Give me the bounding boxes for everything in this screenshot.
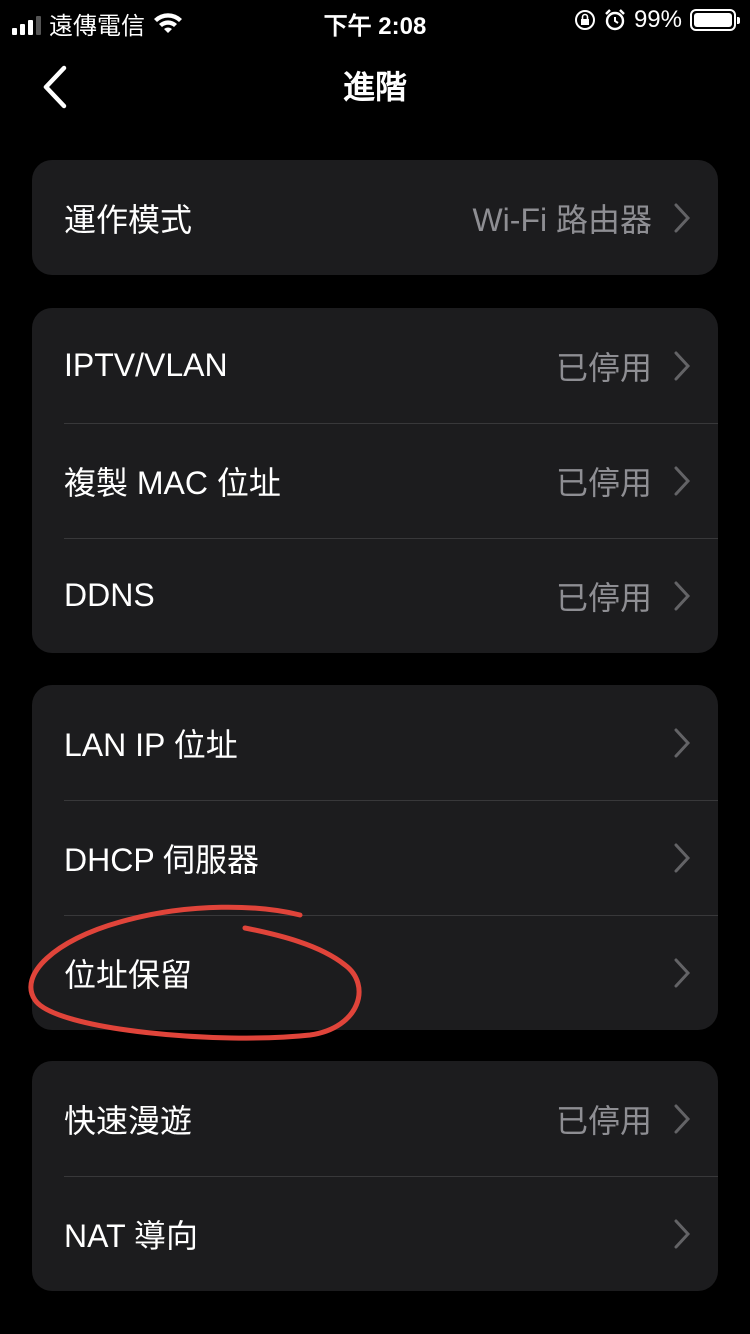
row-address-reservation[interactable]: 位址保留	[32, 915, 718, 1030]
chevron-right-icon	[674, 843, 691, 873]
chevron-right-icon	[674, 958, 691, 988]
row-label: DDNS	[64, 577, 155, 613]
row-label: 複製 MAC 位址	[64, 464, 281, 501]
chevron-right-icon	[674, 1219, 691, 1249]
row-clone-mac[interactable]: 複製 MAC 位址 已停用	[32, 423, 718, 538]
row-value: 已停用	[555, 579, 652, 616]
orientation-lock-icon	[574, 10, 595, 30]
chevron-right-icon	[674, 1104, 691, 1134]
row-lan-ip[interactable]: LAN IP 位址	[32, 685, 718, 800]
battery-percent: 99%	[633, 6, 682, 33]
battery-icon	[690, 9, 740, 31]
row-value: 已停用	[555, 349, 652, 386]
status-right: 99%	[574, 6, 740, 34]
row-value: 已停用	[555, 464, 652, 501]
row-operation-mode[interactable]: 運作模式 Wi-Fi 路由器	[32, 160, 718, 275]
chevron-right-icon	[674, 351, 691, 381]
row-label: DHCP 伺服器	[64, 841, 259, 878]
row-nat-forwarding[interactable]: NAT 導向	[32, 1176, 718, 1291]
battery-level	[694, 13, 732, 27]
row-fast-roaming[interactable]: 快速漫遊 已停用	[32, 1061, 718, 1176]
settings-group-network: IPTV/VLAN 已停用 複製 MAC 位址 已停用 DDNS 已停用	[32, 308, 718, 653]
settings-group-advanced: 快速漫遊 已停用 NAT 導向	[32, 1061, 718, 1291]
alarm-icon	[605, 9, 625, 31]
row-value: Wi-Fi 路由器	[472, 201, 652, 238]
row-value: 已停用	[555, 1102, 652, 1139]
row-label: IPTV/VLAN	[64, 347, 228, 383]
row-dhcp-server[interactable]: DHCP 伺服器	[32, 800, 718, 915]
row-label: 運作模式	[64, 201, 193, 238]
chevron-right-icon	[674, 466, 691, 496]
status-bar: 遠傳電信 下午 2:08 99%	[0, 0, 750, 40]
chevron-right-icon	[674, 581, 691, 611]
chevron-right-icon	[674, 203, 691, 233]
row-label: 快速漫遊	[64, 1102, 193, 1139]
settings-group-mode: 運作模式 Wi-Fi 路由器	[32, 160, 718, 275]
page-title: 進階	[342, 69, 407, 105]
row-iptv-vlan[interactable]: IPTV/VLAN 已停用	[32, 308, 718, 423]
row-ddns[interactable]: DDNS 已停用	[32, 538, 718, 653]
chevron-right-icon	[674, 728, 691, 758]
row-label: NAT 導向	[64, 1217, 198, 1254]
navigation-bar: 進階	[0, 40, 750, 130]
settings-group-lan: LAN IP 位址 DHCP 伺服器 位址保留	[32, 685, 718, 1030]
row-label: LAN IP 位址	[64, 726, 238, 763]
row-label: 位址保留	[64, 956, 193, 993]
